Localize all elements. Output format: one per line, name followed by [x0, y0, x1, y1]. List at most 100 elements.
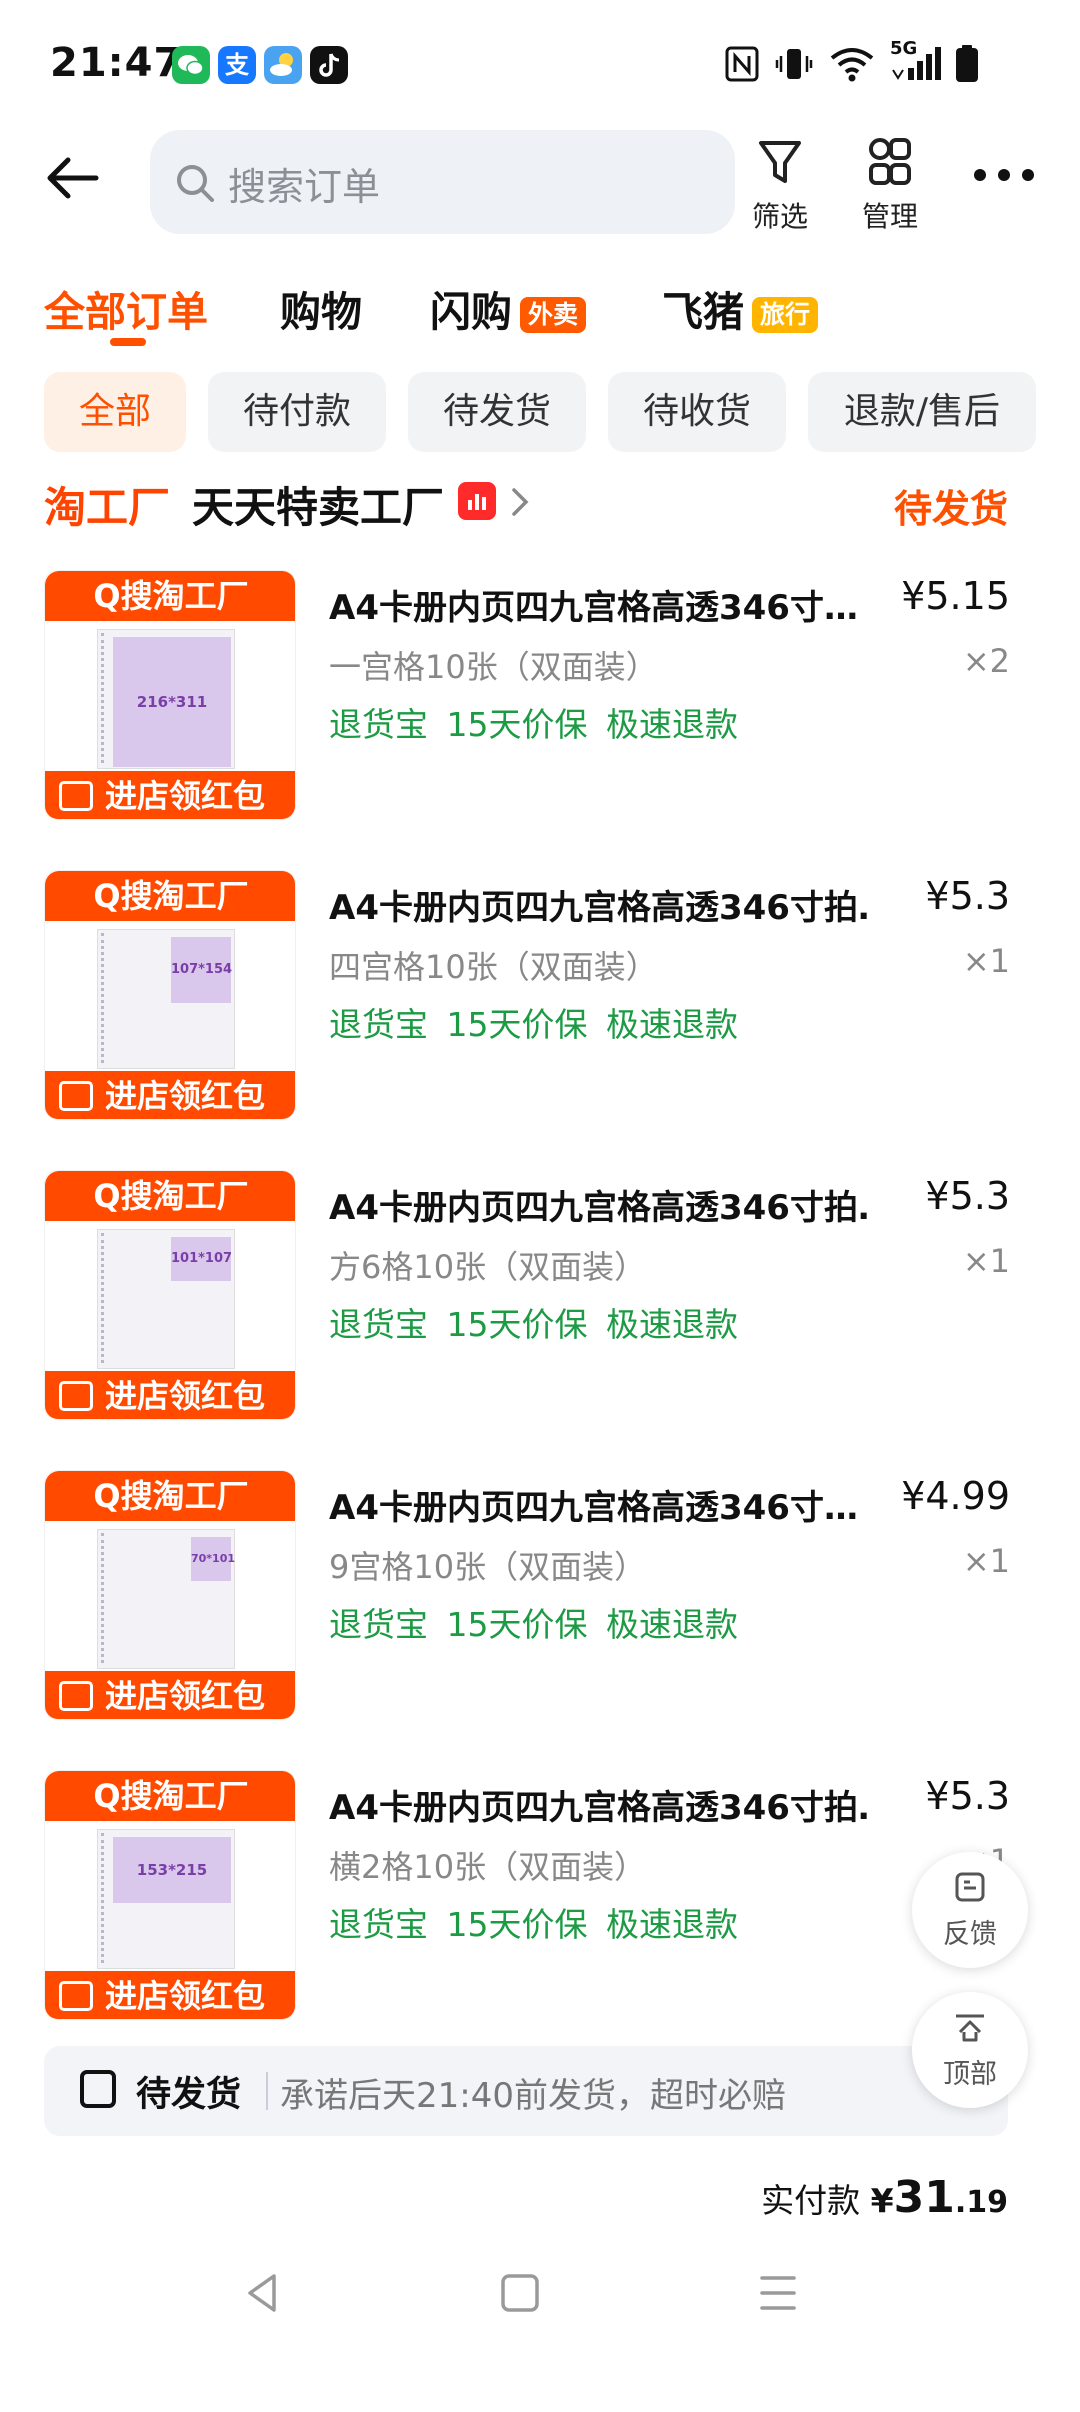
thumb-banner-top: Q搜淘工厂	[45, 1171, 295, 1221]
total-currency: ¥	[870, 2181, 894, 2220]
store-name[interactable]: 天天特卖工厂	[192, 474, 444, 535]
red-packet-icon	[59, 781, 93, 811]
item-spec: 横2格10张（双面装）	[329, 1848, 647, 1886]
thumb-banner-top: Q搜淘工厂	[45, 1471, 295, 1521]
search-placeholder: 搜索订单	[228, 165, 381, 209]
shipping-promise-text: 承诺后天21:40前发货，超时必赔	[280, 2076, 786, 2116]
product-thumbnail[interactable]: Q搜淘工厂 101*107 进店领红包	[44, 1170, 296, 1420]
wechat-icon	[172, 46, 210, 84]
red-packet-icon	[59, 1681, 93, 1711]
thumb-highlight: 153*215	[113, 1837, 231, 1903]
more-dots-icon	[974, 169, 1034, 181]
back-to-top-button[interactable]: 顶部	[912, 1992, 1028, 2108]
item-spec: 方6格10张（双面装）	[329, 1248, 647, 1286]
item-title: A4卡册内页四九宫格高透346寸…	[329, 588, 858, 628]
order-total: 实付款 ¥31.19	[761, 2172, 1008, 2223]
product-thumbnail[interactable]: Q搜淘工厂 216*311 进店领红包	[44, 570, 296, 820]
thumb-highlight: 107*154	[171, 937, 232, 1003]
total-amount: 31	[893, 2172, 955, 2223]
nfc-icon	[724, 44, 760, 84]
store-chart-icon	[458, 482, 496, 520]
total-label: 实付款	[761, 2181, 861, 2220]
tab-shopping[interactable]: 购物	[280, 278, 362, 338]
filter-chip-pending-receipt[interactable]: 待收货	[608, 372, 786, 452]
order-item[interactable]: Q搜淘工厂 216*311 进店领红包 A4卡册内页四九宫格高透346寸… ¥5…	[44, 570, 1010, 820]
tab-fliggy[interactable]: 飞猪 旅行	[662, 278, 819, 338]
vibrate-icon	[774, 44, 814, 84]
filter-chip-pending-payment[interactable]: 待付款	[208, 372, 386, 452]
alipay-icon: 支	[218, 46, 256, 84]
feedback-button[interactable]: 反馈	[912, 1852, 1028, 1968]
product-thumbnail[interactable]: Q搜淘工厂 153*215 进店领红包	[44, 1770, 296, 2020]
nav-home-button[interactable]	[480, 2258, 560, 2328]
red-packet-icon	[59, 1081, 93, 1111]
item-services: 退货宝 15天价保 极速退款	[329, 1905, 738, 1944]
item-title: A4卡册内页四九宫格高透346寸拍…	[329, 1188, 869, 1228]
back-to-top-label: 顶部	[943, 2059, 997, 2090]
product-thumbnail[interactable]: Q搜淘工厂 107*154 进店领红包	[44, 870, 296, 1120]
item-quantity: ×2	[962, 642, 1010, 680]
product-thumbnail[interactable]: Q搜淘工厂 70*101 进店领红包	[44, 1470, 296, 1720]
item-spec: 9宫格10张（双面装）	[329, 1548, 647, 1586]
weather-icon	[264, 46, 302, 84]
nav-back-button[interactable]	[222, 2258, 302, 2328]
back-button[interactable]	[40, 150, 110, 220]
manage-button[interactable]: 管理	[835, 135, 945, 235]
filter-chip-all[interactable]: 全部	[44, 372, 186, 452]
tab-tag-travel: 旅行	[752, 297, 819, 333]
red-packet-icon	[59, 1381, 93, 1411]
item-services: 退货宝 15天价保 极速退款	[329, 1605, 738, 1644]
tab-flash-buy[interactable]: 闪购 外卖	[430, 278, 587, 338]
package-icon	[80, 2070, 116, 2108]
cellular-signal-icon: 5G	[890, 38, 942, 84]
status-time: 21:47	[50, 40, 183, 86]
item-price: ¥5.3	[925, 1174, 1010, 1218]
search-input[interactable]: 搜索订单	[150, 130, 735, 234]
network-type: 5G	[890, 38, 918, 59]
thumb-banner-top: Q搜淘工厂	[45, 571, 295, 621]
manage-label: 管理	[861, 200, 918, 233]
manage-grid-icon	[869, 138, 911, 185]
order-item[interactable]: Q搜淘工厂 70*101 进店领红包 A4卡册内页四九宫格高透346寸… ¥4.…	[44, 1470, 1010, 1720]
tab-all-orders[interactable]: 全部订单	[44, 278, 208, 338]
thumb-banner-top: Q搜淘工厂	[45, 1771, 295, 1821]
battery-icon	[954, 44, 980, 84]
order-item[interactable]: Q搜淘工厂 107*154 进店领红包 A4卡册内页四九宫格高透346寸拍… ¥…	[44, 870, 1010, 1120]
item-title: A4卡册内页四九宫格高透346寸拍…	[329, 888, 869, 928]
arrow-up-icon	[956, 2014, 984, 2042]
order-item[interactable]: Q搜淘工厂 101*107 进店领红包 A4卡册内页四九宫格高透346寸拍… ¥…	[44, 1170, 1010, 1420]
order-item[interactable]: Q搜淘工厂 153*215 进店领红包 A4卡册内页四九宫格高透346寸拍… ¥…	[44, 1770, 1010, 2020]
square-home-icon	[501, 2274, 539, 2312]
active-tab-indicator	[110, 338, 146, 346]
item-title: A4卡册内页四九宫格高透346寸拍…	[329, 1788, 869, 1828]
filter-icon	[759, 141, 801, 183]
filter-chip-pending-shipment[interactable]: 待发货	[408, 372, 586, 452]
thumb-highlight: 216*311	[113, 637, 231, 767]
tab-tag-takeout: 外卖	[520, 297, 587, 333]
thumb-rings	[101, 1233, 107, 1363]
more-button[interactable]	[966, 160, 1046, 190]
chevron-right-icon[interactable]	[508, 482, 532, 522]
item-price: ¥4.99	[901, 1474, 1010, 1518]
item-services: 退货宝 15天价保 极速退款	[329, 705, 738, 744]
order-status-label: 待发货	[893, 487, 1008, 531]
total-cents: .19	[954, 2185, 1008, 2220]
thumb-rings	[101, 1833, 107, 1963]
filter-chip-refund[interactable]: 退款/售后	[808, 372, 1036, 452]
filter-label: 筛选	[751, 200, 808, 233]
thumb-highlight: 101*107	[171, 1237, 232, 1281]
feedback-label: 反馈	[943, 1919, 997, 1950]
status-bar: 21:47 支 5G	[0, 0, 1080, 130]
thumb-banner-top: Q搜淘工厂	[45, 871, 295, 921]
search-icon	[177, 165, 214, 202]
item-spec: 四宫格10张（双面装）	[329, 948, 658, 986]
filter-button[interactable]: 筛选	[725, 135, 835, 235]
thumb-highlight: 70*101	[191, 1537, 235, 1581]
item-services: 退货宝 15天价保 极速退款	[329, 1305, 738, 1344]
nav-recents-button[interactable]	[738, 2258, 818, 2328]
wifi-icon	[828, 44, 876, 84]
store-logo: 淘工厂	[44, 483, 171, 532]
tiktok-icon	[310, 46, 348, 84]
menu-lines-icon	[760, 2276, 796, 2310]
shipping-promise-banner[interactable]: 待发货 承诺后天21:40前发货，超时必赔	[44, 2046, 1008, 2136]
